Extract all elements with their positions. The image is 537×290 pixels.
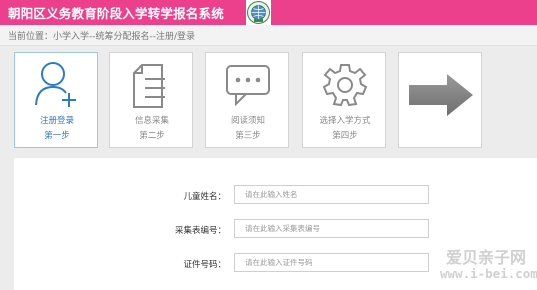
- step-title: 信息采集: [134, 116, 169, 126]
- site-watermark: 爱贝亲子网 www.i-bei.com: [440, 244, 537, 288]
- document-icon: [110, 57, 194, 113]
- step-number: 第四步: [332, 131, 358, 141]
- step-register-login[interactable]: 注册登录 第一步: [14, 52, 98, 148]
- step-title: 阅读须知: [230, 116, 265, 126]
- school-emblem-icon: [246, 0, 271, 25]
- user-add-icon: [15, 57, 99, 113]
- step-choose-method[interactable]: 选择入学方式 第四步: [302, 52, 386, 148]
- step-read-notice[interactable]: 阅读须知 第三步: [205, 52, 289, 148]
- step-number: 第一步: [44, 131, 70, 141]
- step-number: 第三步: [235, 131, 261, 141]
- breadcrumb: 当前位置：小学入学--统筹分配报名--注册/登录: [8, 32, 196, 42]
- gear-icon: [303, 57, 387, 113]
- arrow-right-icon: [399, 67, 483, 123]
- id-number-label: 证件号码：: [183, 260, 226, 270]
- watermark-text: 爱贝亲子网: [445, 248, 526, 267]
- step-title: 选择入学方式: [319, 116, 371, 126]
- id-number-input[interactable]: [234, 253, 429, 272]
- step-info-collection[interactable]: 信息采集 第二步: [109, 52, 193, 148]
- watermark-url: www.i-bei.com: [440, 266, 537, 281]
- message-icon: [206, 57, 290, 113]
- next-step-button[interactable]: [398, 52, 482, 148]
- breadcrumb-bar: 当前位置：小学入学--统筹分配报名--注册/登录: [0, 25, 537, 46]
- child-name-label: 儿童姓名：: [183, 192, 226, 202]
- step-title: 注册登录: [39, 116, 74, 126]
- form-number-input[interactable]: [234, 219, 429, 238]
- step-number: 第二步: [139, 131, 165, 141]
- form-number-label: 采集表编号：: [174, 226, 226, 236]
- header-bar: 朝阳区义务教育阶段入学转学报名系统: [0, 0, 537, 25]
- site-title: 朝阳区义务教育阶段入学转学报名系统: [8, 6, 224, 21]
- child-name-input[interactable]: [234, 185, 429, 204]
